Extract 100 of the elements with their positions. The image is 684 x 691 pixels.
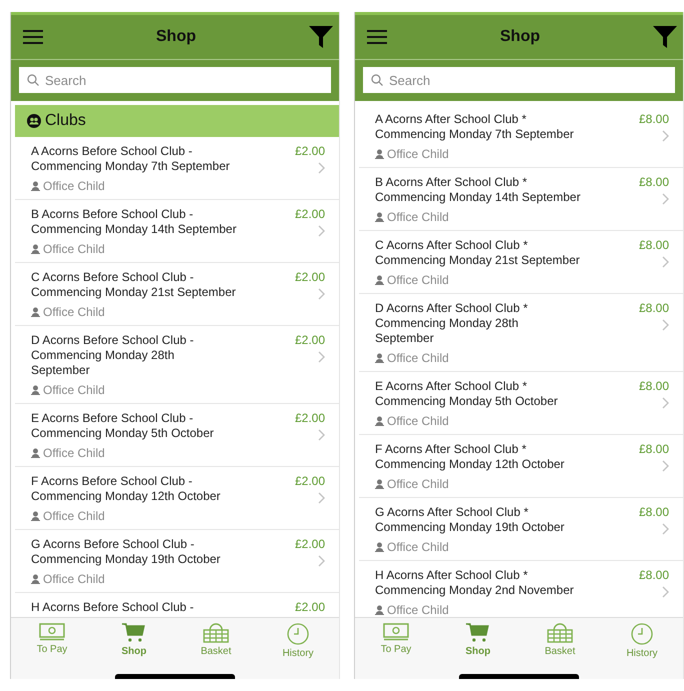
chevron-icon: [662, 523, 669, 535]
child-name: Office Child: [387, 351, 449, 365]
filter-icon[interactable]: [653, 26, 677, 48]
item-title: A Acorns After School Club * Commencing Monday 7th September: [375, 112, 575, 142]
section-title: Clubs: [45, 112, 86, 130]
item-price: £8.00: [638, 505, 669, 519]
item-price: £2.00: [294, 270, 325, 284]
item-price: £2.00: [294, 537, 325, 551]
list-item[interactable]: G Acorns After School Club * Commencing Monday 19th October Office Child £8.00: [359, 498, 683, 561]
list-item[interactable]: D Acorns Before School Club - Commencing Monday 28th September Office Child £2.00: [15, 326, 339, 404]
chevron-icon: [662, 319, 669, 331]
search-icon: [27, 74, 39, 86]
item-title: B Acorns After School Club * Commencing Monday 14th September: [375, 175, 582, 205]
group-icon: [27, 114, 41, 128]
item-price: £8.00: [638, 568, 669, 582]
item-title: F Acorns Before School Club - Commencing Monday 12th October: [31, 474, 222, 504]
chevron-icon: [662, 193, 669, 205]
child-name: Office Child: [387, 540, 449, 554]
list-item[interactable]: B Acorns After School Club * Commencing Monday 14th September Office Child £8.00: [359, 168, 683, 231]
list-item[interactable]: B Acorns Before School Club - Commencing Monday 14th September Office Child £2.00: [15, 200, 339, 263]
item-price: £8.00: [638, 175, 669, 189]
child-name: Office Child: [43, 383, 105, 397]
menu-icon[interactable]: [367, 30, 387, 44]
item-price: £8.00: [638, 379, 669, 393]
person-icon: [375, 275, 384, 285]
list-item[interactable]: A Acorns Before School Club - Commencing Monday 7th September Office Child £2.00: [15, 137, 339, 200]
chevron-icon: [318, 225, 325, 237]
item-price: £8.00: [638, 238, 669, 252]
list-item[interactable]: F Acorns Before School Club - Commencing Monday 12th October Office Child £2.00: [15, 467, 339, 530]
item-title: E Acorns After School Club * Commencing Monday 5th October: [375, 379, 559, 409]
person-icon: [31, 385, 40, 395]
item-price: £2.00: [294, 411, 325, 425]
item-title: G Acorns Before School Club - Commencing Monday 19th October: [31, 537, 222, 567]
person-icon: [375, 416, 384, 426]
menu-icon[interactable]: [23, 30, 43, 44]
filter-icon[interactable]: [309, 26, 333, 48]
item-title: C Acorns Before School Club - Commencing Monday 21st September: [31, 270, 237, 300]
chevron-icon: [318, 492, 325, 504]
list-item[interactable]: G Acorns Before School Club - Commencing Monday 19th October Office Child £2.00: [15, 530, 339, 593]
list-item[interactable]: E Acorns After School Club * Commencing Monday 5th October Office Child £8.00: [359, 372, 683, 435]
child-name: Office Child: [43, 572, 105, 586]
chevron-icon: [318, 288, 325, 300]
chevron-icon: [662, 586, 669, 598]
child-name: Office Child: [43, 305, 105, 319]
person-icon: [31, 448, 40, 458]
child-name: Office Child: [43, 179, 105, 193]
child-name: Office Child: [387, 147, 449, 161]
item-price: £8.00: [638, 301, 669, 315]
chevron-icon: [662, 397, 669, 409]
item-price: £2.00: [294, 600, 325, 614]
child-name: Office Child: [387, 210, 449, 224]
child-name: Office Child: [43, 509, 105, 523]
item-price: £2.00: [294, 333, 325, 347]
chevron-icon: [662, 460, 669, 472]
item-title: H Acorns After School Club * Commencing Monday 2nd November: [375, 568, 575, 598]
person-icon: [31, 574, 40, 584]
screen-title: Shop: [500, 28, 540, 46]
item-title: H Acorns Before School Club -: [31, 600, 195, 615]
chevron-icon: [318, 162, 325, 174]
search-field[interactable]: Search: [363, 67, 675, 93]
chevron-icon: [318, 351, 325, 363]
list-item[interactable]: E Acorns Before School Club - Commencing Monday 5th October Office Child £2.00: [15, 404, 339, 467]
child-name: Office Child: [387, 603, 449, 617]
person-icon: [31, 511, 40, 521]
item-title: F Acorns After School Club * Commencing Monday 12th October: [375, 442, 566, 472]
item-price: £2.00: [294, 207, 325, 221]
person-icon: [31, 181, 40, 191]
item-title: D Acorns After School Club * Commencing Monday 28th September: [375, 301, 529, 346]
child-name: Office Child: [387, 414, 449, 428]
list-item[interactable]: A Acorns After School Club * Commencing Monday 7th September Office Child £8.00: [359, 105, 683, 168]
screen-title: Shop: [156, 28, 196, 46]
chevron-icon: [662, 130, 669, 142]
item-title: A Acorns Before School Club - Commencing Monday 7th September: [31, 144, 231, 174]
chevron-icon: [662, 256, 669, 268]
list-item[interactable]: C Acorns Before School Club - Commencing Monday 21st September Office Child £2.00: [15, 263, 339, 326]
item-title: D Acorns Before School Club - Commencing Monday 28th September: [31, 333, 195, 378]
list-item[interactable]: F Acorns After School Club * Commencing Monday 12th October Office Child £8.00: [359, 435, 683, 498]
person-icon: [375, 212, 384, 222]
item-title: B Acorns Before School Club - Commencing Monday 14th September: [31, 207, 238, 237]
person-icon: [375, 605, 384, 615]
person-icon: [375, 149, 384, 159]
child-name: Office Child: [43, 242, 105, 256]
item-price: £8.00: [638, 442, 669, 456]
item-title: G Acorns After School Club * Commencing Monday 19th October: [375, 505, 566, 535]
person-icon: [375, 542, 384, 552]
child-name: Office Child: [387, 273, 449, 287]
list-item[interactable]: C Acorns After School Club * Commencing Monday 21st September Office Child £8.00: [359, 231, 683, 294]
child-name: Office Child: [387, 477, 449, 491]
item-title: C Acorns After School Club * Commencing Monday 21st September: [375, 238, 581, 268]
list-item[interactable]: D Acorns After School Club * Commencing Monday 28th September Office Child £8.00: [359, 294, 683, 372]
item-price: £8.00: [638, 112, 669, 126]
item-price: £2.00: [294, 144, 325, 158]
search-icon: [371, 74, 383, 86]
item-price: £2.00: [294, 474, 325, 488]
chevron-icon: [318, 429, 325, 441]
chevron-icon: [318, 555, 325, 567]
person-icon: [31, 307, 40, 317]
search-field[interactable]: Search: [19, 67, 331, 93]
person-icon: [31, 244, 40, 254]
person-icon: [375, 353, 384, 363]
